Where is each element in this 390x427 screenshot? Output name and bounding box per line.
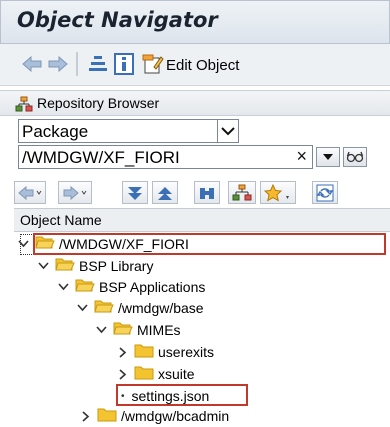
tree-column-header: Object Name xyxy=(14,208,390,232)
main-toolbar: Edit Object xyxy=(0,44,390,86)
expanded-caret-icon[interactable] xyxy=(18,239,29,250)
window-title: Object Navigator xyxy=(17,8,218,32)
refresh-icon[interactable] xyxy=(312,181,338,204)
display-glasses-button[interactable] xyxy=(343,147,367,167)
tree-node-label: /WMDGW/XF_FIORI xyxy=(59,236,189,252)
package-path-value: /WMDGW/XF_FIORI xyxy=(22,148,180,167)
favorites-star-icon[interactable] xyxy=(260,181,296,204)
collapse-up-icon[interactable] xyxy=(152,181,178,204)
edit-object-button[interactable]: Edit Object xyxy=(166,57,239,74)
package-path-input[interactable]: /WMDGW/XF_FIORI × xyxy=(18,145,313,169)
object-list-icon[interactable] xyxy=(228,181,256,204)
tree-node-label: xsuite xyxy=(158,366,195,382)
tree-node-bsp-library[interactable]: BSP Library xyxy=(38,255,153,277)
folder-icon xyxy=(134,342,154,363)
tree-node-settings-json[interactable]: • settings.json xyxy=(121,385,209,407)
leaf-bullet: • xyxy=(121,390,125,402)
object-name-header: Object Name xyxy=(20,212,102,228)
previous-object-button[interactable] xyxy=(14,181,46,204)
forward-arrow-icon[interactable] xyxy=(48,55,68,73)
info-icon[interactable] xyxy=(114,53,134,75)
expanded-caret-icon[interactable] xyxy=(58,282,69,293)
open-folder-icon xyxy=(75,277,95,298)
tree-node-bsp-applications[interactable]: BSP Applications xyxy=(58,276,205,298)
collapsed-caret-icon[interactable] xyxy=(80,410,91,422)
open-folder-icon xyxy=(55,256,75,277)
open-folder-icon xyxy=(113,320,133,341)
tree-node-label: MIMEs xyxy=(137,322,181,338)
repository-browser-title: Repository Browser xyxy=(37,95,160,111)
tree-node-label: BSP Applications xyxy=(99,279,206,295)
hierarchy-icon[interactable] xyxy=(88,54,108,74)
tree-node-userexits[interactable]: userexits xyxy=(117,341,214,363)
repository-browser-icon xyxy=(15,95,33,112)
toolbar-separator xyxy=(76,52,78,76)
tree-node-bcadmin[interactable]: /wmdgw/bcadmin xyxy=(80,405,229,427)
expanded-caret-icon[interactable] xyxy=(38,261,49,272)
open-folder-icon xyxy=(94,298,114,319)
expanded-caret-icon[interactable] xyxy=(77,303,88,314)
edit-object-icon[interactable] xyxy=(142,53,164,75)
tree-node-xsuite[interactable]: xsuite xyxy=(117,363,195,385)
tree-node-label: settings.json xyxy=(131,388,210,404)
dropdown-history-button[interactable] xyxy=(316,147,340,167)
tree-node-mimes[interactable]: MIMEs xyxy=(96,319,181,341)
tree-node-label: /wmdgw/base xyxy=(118,300,204,316)
collapsed-caret-icon[interactable] xyxy=(117,368,128,380)
back-arrow-icon[interactable] xyxy=(22,55,42,73)
tree-node-base[interactable]: /wmdgw/base xyxy=(77,297,204,319)
expanded-caret-icon[interactable] xyxy=(96,325,107,336)
object-tree: /WMDGW/XF_FIORI BSP Library BSP Applicat… xyxy=(14,232,390,427)
open-folder-icon xyxy=(35,234,55,255)
object-type-select[interactable]: Package xyxy=(18,119,239,143)
title-bar: Object Navigator xyxy=(0,0,390,44)
collapsed-caret-icon[interactable] xyxy=(117,346,128,358)
folder-icon xyxy=(134,364,154,385)
expand-down-icon[interactable] xyxy=(122,181,148,204)
object-type-value: Package xyxy=(22,122,89,141)
repository-browser-header: Repository Browser xyxy=(0,90,390,116)
folder-icon xyxy=(97,406,117,427)
tree-node-label: userexits xyxy=(158,344,215,360)
chevron-down-icon[interactable] xyxy=(217,120,238,142)
tree-node-label: BSP Library xyxy=(79,258,154,274)
clear-icon[interactable]: × xyxy=(296,146,307,167)
next-object-button[interactable] xyxy=(58,181,92,204)
tree-node-package[interactable]: /WMDGW/XF_FIORI xyxy=(18,233,189,255)
tree-node-label: /wmdgw/bcadmin xyxy=(121,408,230,424)
binoculars-icon[interactable] xyxy=(194,181,220,204)
navigation-toolbar xyxy=(14,181,390,205)
